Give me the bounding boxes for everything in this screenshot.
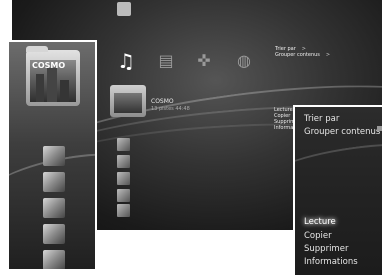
album-thumbnail-icon[interactable] bbox=[43, 250, 65, 269]
folder-icon[interactable]: COSMO bbox=[26, 46, 80, 106]
track-thumbnail[interactable] bbox=[117, 172, 130, 185]
menu-item-copy[interactable]: Copier bbox=[304, 231, 332, 241]
folder-tab bbox=[26, 46, 48, 52]
music-folder-icon[interactable] bbox=[110, 85, 146, 117]
zoom-panel-left: COSMO bbox=[7, 40, 97, 271]
menu-item-delete[interactable]: Supprimer bbox=[304, 244, 348, 254]
video-icon[interactable]: ▤ bbox=[155, 52, 177, 70]
folder-thumbnail bbox=[114, 93, 142, 113]
album-thumbnail-icon[interactable] bbox=[43, 198, 65, 218]
track-thumbnail[interactable] bbox=[117, 155, 130, 168]
track-thumbnail[interactable] bbox=[117, 189, 130, 202]
folder-label: COSMO bbox=[32, 61, 66, 70]
menu-item-sort[interactable]: Trier par bbox=[304, 114, 339, 124]
album-thumbnail-icon[interactable] bbox=[43, 224, 65, 244]
track-thumbnail[interactable] bbox=[117, 204, 130, 217]
album-thumbnail-icon[interactable] bbox=[43, 146, 65, 166]
music-icon[interactable]: ♫ bbox=[115, 51, 137, 71]
zoom-panel-right: Trier par Grouper contenus Lecture Copie… bbox=[293, 105, 382, 275]
background-wave bbox=[295, 133, 382, 213]
options-menu: Trier par > Grouper contenus > bbox=[275, 46, 330, 58]
game-icon[interactable]: ✜ bbox=[193, 52, 215, 70]
folder-subtitle: 13 pistes 44:48 bbox=[151, 106, 190, 112]
photo-category-icon[interactable] bbox=[117, 2, 131, 16]
option-group[interactable]: Grouper contenus > bbox=[275, 52, 330, 58]
menu-item-play[interactable]: Lecture bbox=[304, 217, 336, 227]
network-icon[interactable]: ◍ bbox=[233, 52, 255, 70]
track-thumbnail[interactable] bbox=[117, 138, 130, 151]
album-thumbnail-icon[interactable] bbox=[43, 172, 65, 192]
menu-item-group[interactable]: Grouper contenus bbox=[304, 127, 380, 137]
submenu-arrow-icon bbox=[377, 126, 382, 131]
menu-item-info[interactable]: Informations bbox=[304, 257, 358, 267]
folder-title: COSMO bbox=[151, 98, 174, 105]
